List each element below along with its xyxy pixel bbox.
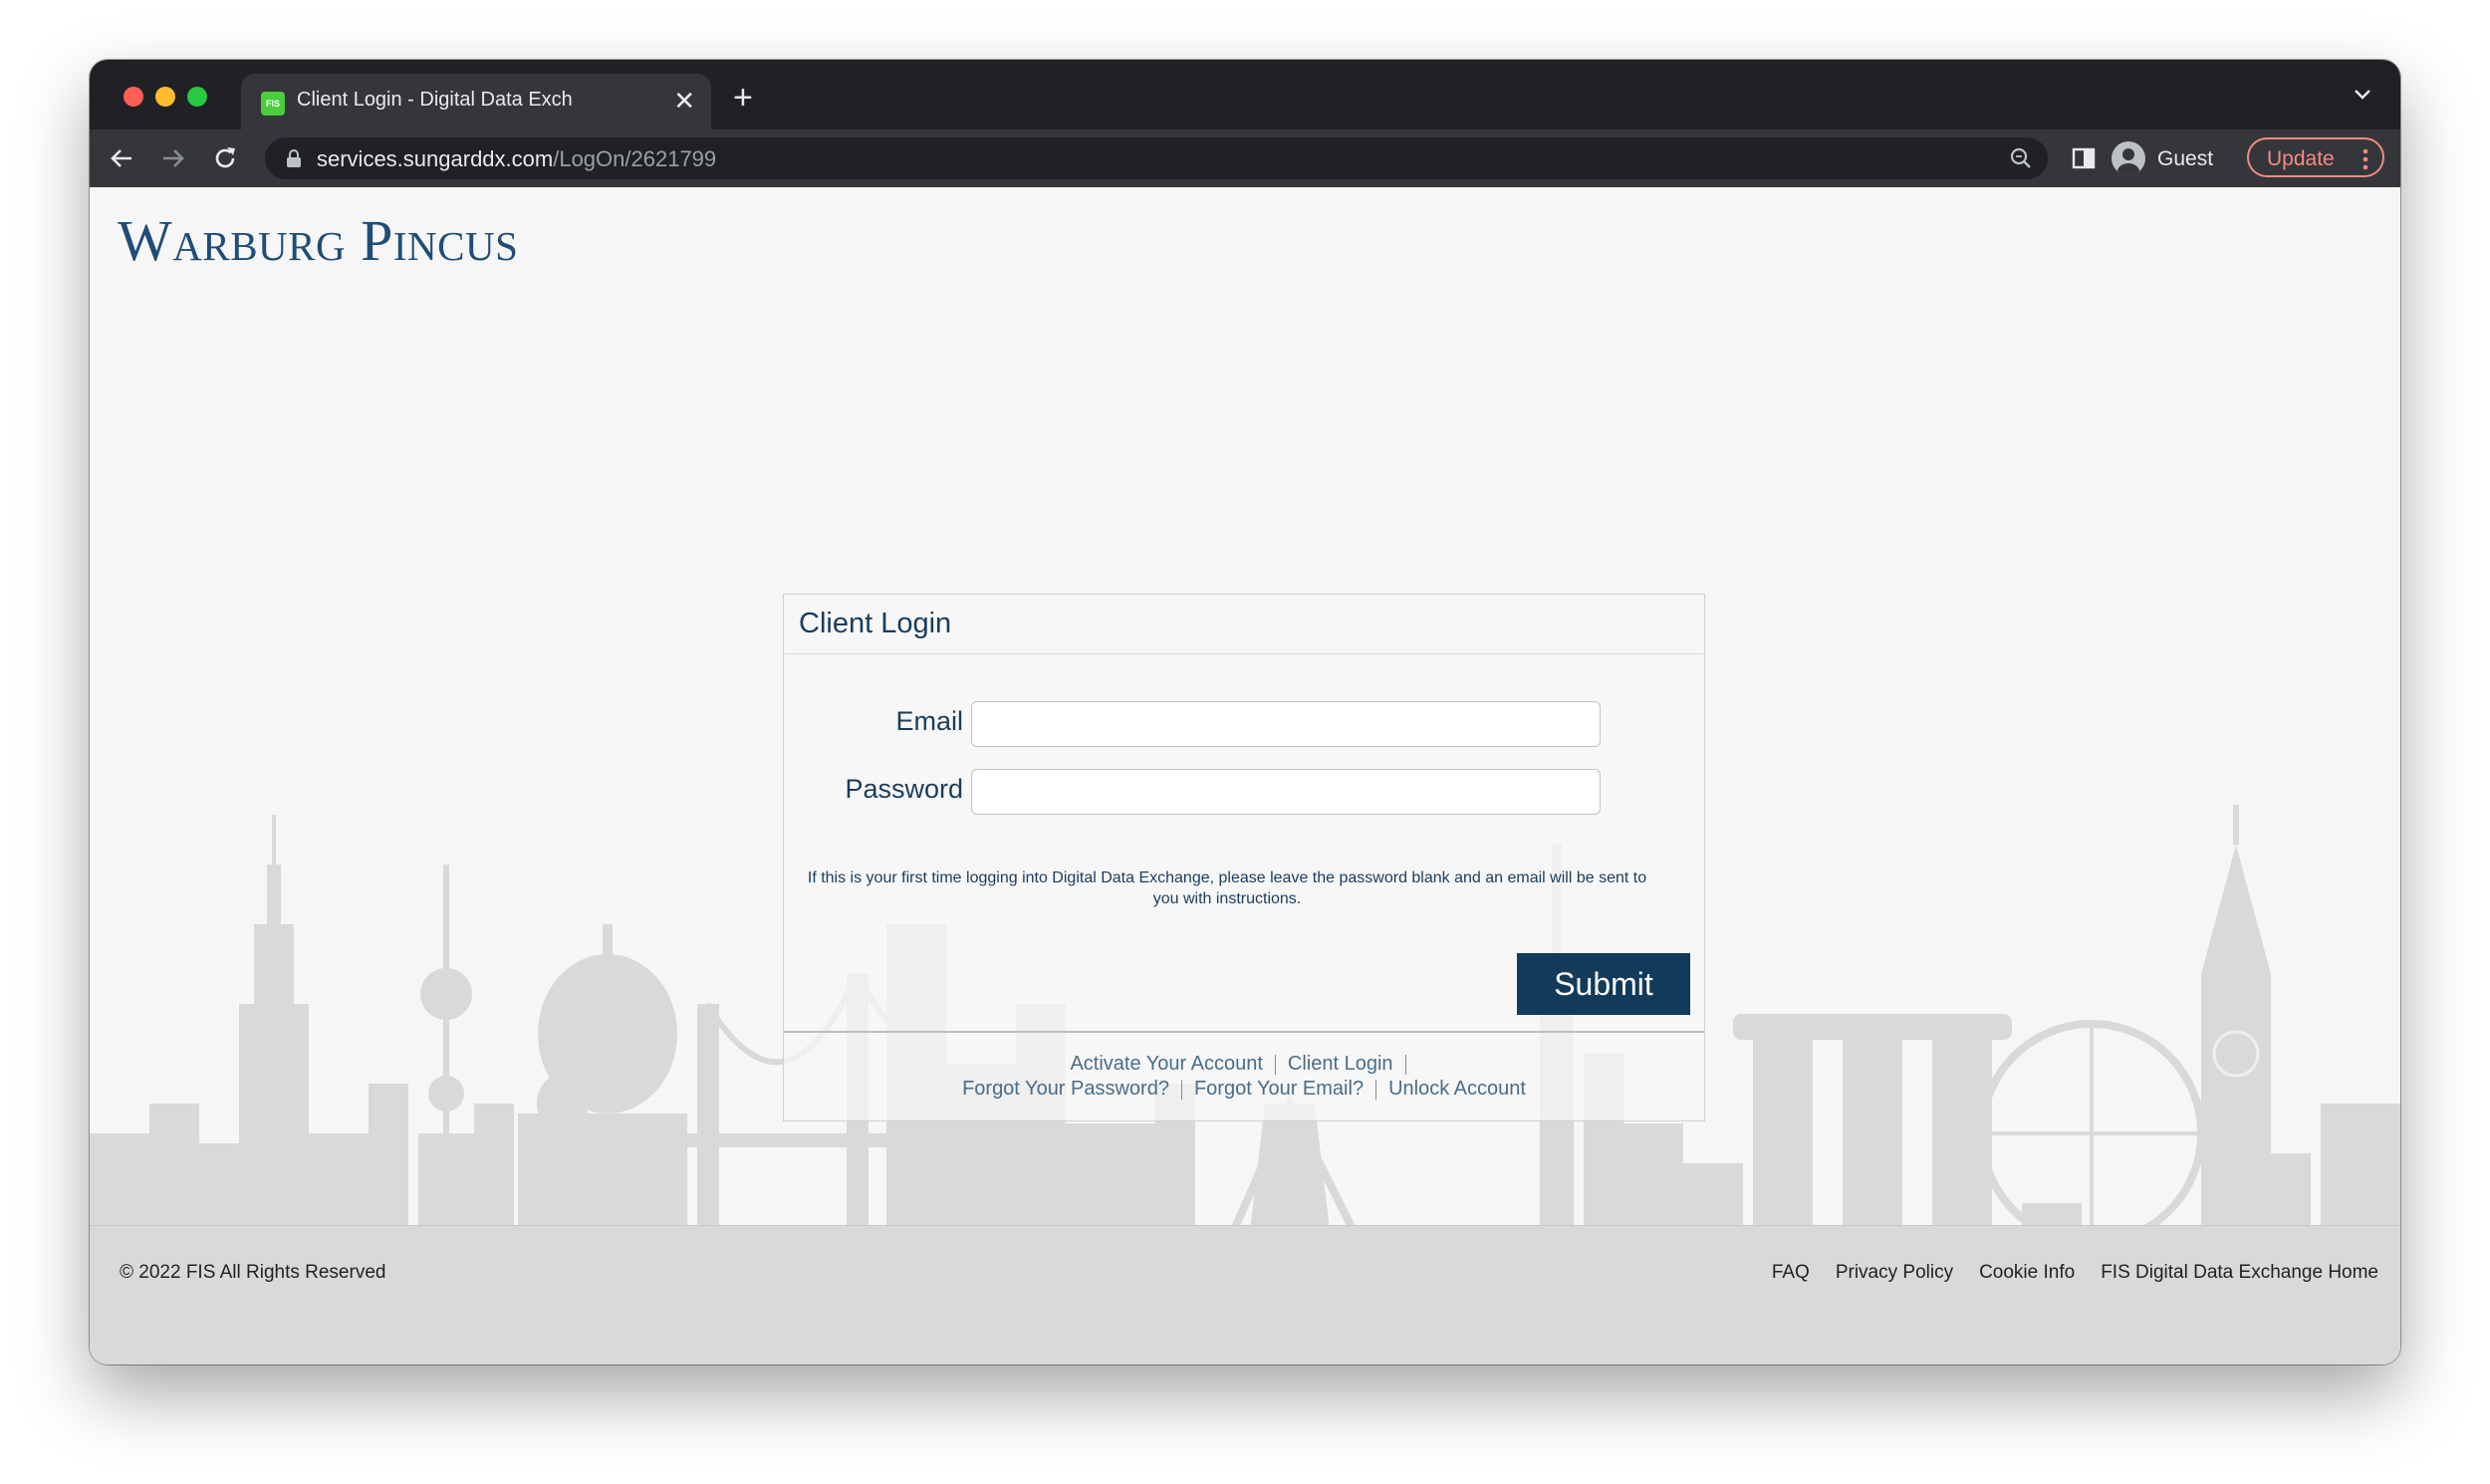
activate-account-link[interactable]: Activate Your Account: [1070, 1053, 1262, 1075]
card-header: Client Login: [784, 595, 1704, 654]
tab-close-icon[interactable]: ✕: [673, 86, 695, 116]
forgot-password-link[interactable]: Forgot Your Password?: [962, 1078, 1169, 1100]
card-footer-links: Activate Your Account Client Login Forgot…: [784, 1031, 1704, 1122]
url-text: services.sungarddx.com/LogOn/2621799: [317, 146, 716, 172]
warburg-pincus-logo: Warburg Pincus: [118, 208, 519, 273]
kebab-menu-icon[interactable]: [2363, 148, 2368, 170]
update-label: Update: [2267, 147, 2335, 170]
unlock-account-link[interactable]: Unlock Account: [1388, 1078, 1526, 1100]
password-input[interactable]: [971, 769, 1601, 815]
link-separator: [1404, 1054, 1406, 1075]
new-tab-plus-icon[interactable]: +: [733, 80, 753, 116]
fis-ddx-home-link[interactable]: FIS Digital Data Exchange Home: [2101, 1262, 2378, 1283]
profile-label: Guest: [2157, 147, 2214, 170]
link-separator: [1274, 1054, 1276, 1075]
page-content: Warburg Pincus Client Login Email Passwo…: [90, 187, 2400, 1364]
forgot-email-link[interactable]: Forgot Your Email?: [1194, 1078, 1364, 1100]
close-window-button[interactable]: [124, 87, 143, 107]
back-arrow-icon[interactable]: [106, 142, 137, 174]
submit-button[interactable]: Submit: [1517, 953, 1690, 1015]
link-separator: [1180, 1079, 1182, 1100]
minimize-window-button[interactable]: [155, 87, 175, 107]
card-title: Client Login: [799, 608, 952, 639]
client-login-card: Client Login Email Password If this is y…: [783, 594, 1705, 1121]
side-panel-icon[interactable]: [2070, 144, 2098, 172]
footer-links-row-1: Activate Your Account Client Login: [784, 1053, 1704, 1076]
browser-window: FIS Client Login - Digital Data Exch ✕ +: [90, 60, 2400, 1364]
tab-search-chevron-icon[interactable]: [2351, 82, 2374, 106]
maximize-window-button[interactable]: [187, 87, 207, 107]
first-login-notice: If this is your first time logging into …: [807, 869, 1647, 907]
footer-links-row-2: Forgot Your Password? Forgot Your Email? U…: [784, 1078, 1704, 1101]
url-path: /LogOn/2621799: [553, 146, 717, 171]
url-host: services.sungarddx.com: [317, 146, 554, 171]
reload-icon[interactable]: [209, 142, 241, 174]
browser-toolbar: services.sungarddx.com/LogOn/2621799 Gue…: [90, 129, 2400, 188]
faq-link[interactable]: FAQ: [1772, 1262, 1810, 1283]
privacy-policy-link[interactable]: Privacy Policy: [1836, 1262, 1953, 1283]
site-footer: © 2022 FIS All Rights Reserved FAQ Privac…: [90, 1225, 2400, 1364]
email-input[interactable]: [971, 701, 1601, 747]
tab-strip: FIS Client Login - Digital Data Exch ✕ +: [90, 60, 2400, 129]
address-bar[interactable]: services.sungarddx.com/LogOn/2621799: [265, 137, 2048, 179]
password-label: Password: [845, 774, 963, 804]
active-tab[interactable]: FIS Client Login - Digital Data Exch ✕: [241, 74, 711, 129]
desktop-background: FIS Client Login - Digital Data Exch ✕ +: [0, 0, 2490, 1484]
lock-icon[interactable]: [285, 148, 303, 168]
forward-arrow-icon[interactable]: [157, 142, 189, 174]
copyright-text: © 2022 FIS All Rights Reserved: [120, 1262, 386, 1283]
tab-title: Client Login - Digital Data Exch: [297, 89, 573, 111]
footer-nav: FAQ Privacy Policy Cookie Info FIS Digital …: [1746, 1262, 2378, 1284]
email-label: Email: [895, 706, 963, 736]
zoom-magnifier-icon[interactable]: [2008, 145, 2034, 171]
fis-favicon-icon: FIS: [261, 92, 285, 116]
update-button[interactable]: Update: [2247, 137, 2384, 177]
link-separator: [1375, 1079, 1377, 1100]
cookie-info-link[interactable]: Cookie Info: [1979, 1262, 2075, 1283]
client-login-link[interactable]: Client Login: [1288, 1053, 1393, 1075]
guest-avatar-icon: [2112, 141, 2145, 175]
